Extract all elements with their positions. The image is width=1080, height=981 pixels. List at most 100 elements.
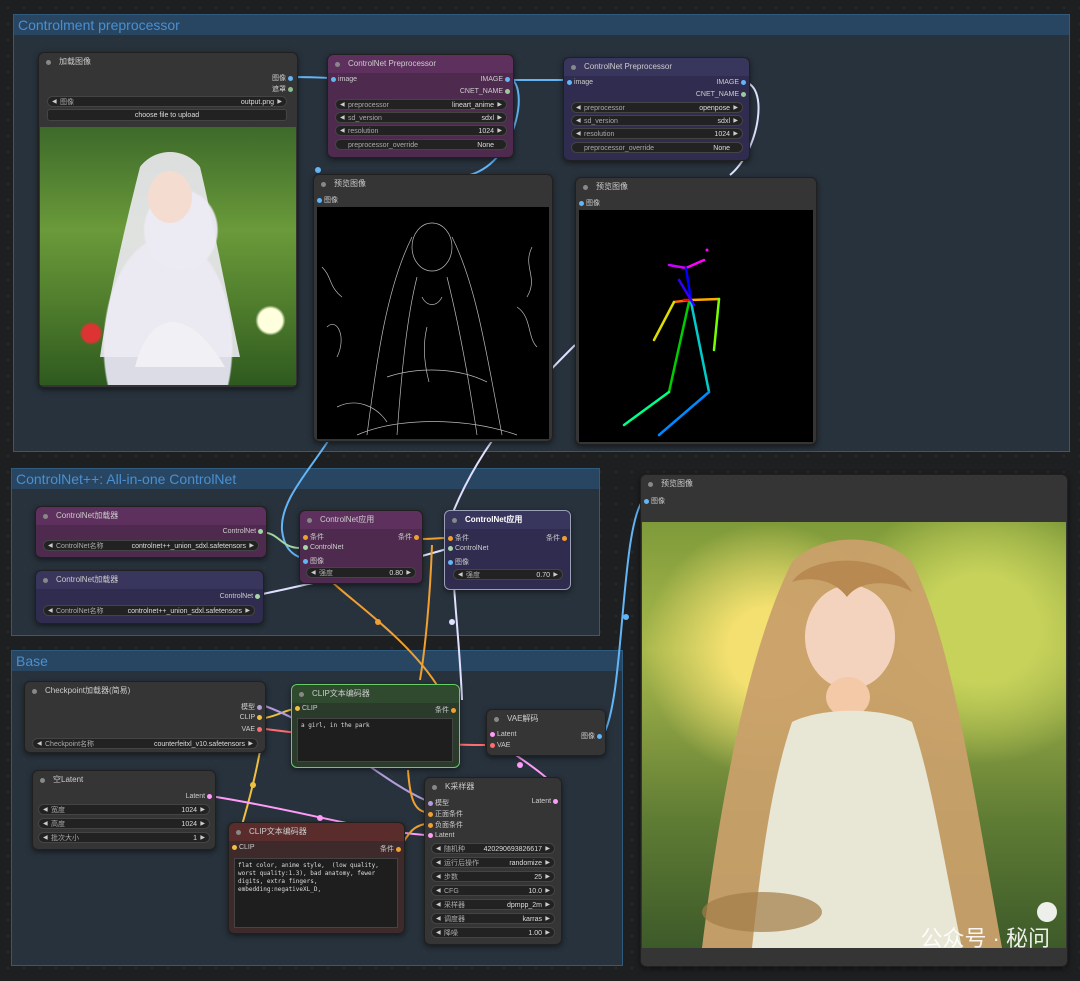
output-image[interactable]: 图像 bbox=[272, 73, 293, 83]
checkpoint-loader-node[interactable]: Checkpoint加载器(简易) 模型 CLIP VAE ◀ Checkpoin… bbox=[24, 681, 266, 753]
negative-prompt-textarea[interactable]: flat color, anime style, (low quality, w… bbox=[234, 858, 398, 928]
height-input[interactable]: ◀ 高度 1024 ▶ bbox=[38, 818, 210, 829]
input-clip[interactable]: CLIP bbox=[232, 844, 255, 851]
group-title: ControlNet++: All-in-one ControlNet bbox=[12, 469, 599, 489]
sampler-select[interactable]: ◀ 采样器 dpmpp_2m ▶ bbox=[431, 899, 555, 910]
resolution-input[interactable]: ◀ resolution 1024 ▶ bbox=[335, 125, 507, 136]
input-image[interactable]: 图像 bbox=[317, 195, 338, 205]
input-image[interactable]: 图像 bbox=[448, 557, 469, 567]
load-image-node[interactable]: 加载图像 图像 遮罩 ◀ 图像 output.png ▶ choose file… bbox=[38, 52, 298, 388]
controlnet-loader-node-2[interactable]: ControlNet加载器 ControlNet ◀ ControlNet名称 co… bbox=[35, 570, 264, 624]
output-controlnet[interactable]: ControlNet bbox=[220, 593, 260, 600]
checkpoint-name-select[interactable]: ◀ Checkpoint名称 counterfeitxl_v10.safetenso… bbox=[32, 738, 258, 749]
node-title: VAE解码 bbox=[487, 710, 605, 728]
input-image[interactable]: 图像 bbox=[644, 496, 665, 506]
arrow-right-icon[interactable]: ▶ bbox=[277, 97, 282, 108]
sd-version-select[interactable]: ◀ sd_version sdxl ▶ bbox=[571, 115, 743, 126]
output-latent[interactable]: Latent bbox=[186, 793, 212, 800]
clip-text-encode-negative[interactable]: CLIP文本编码器 CLIP 条件 flat color, anime styl… bbox=[228, 822, 405, 934]
controlnet-name-select[interactable]: ◀ ControlNet名称 controlnet++_union_sdxl.saf… bbox=[43, 605, 255, 616]
output-conditioning[interactable]: 条件 bbox=[398, 532, 419, 542]
ksampler-node[interactable]: K采样器 模型 正面条件 负面条件 Latent Latent ◀ 随机种 4202… bbox=[424, 777, 562, 945]
cfg-input[interactable]: ◀ CFG 10.0 ▶ bbox=[431, 885, 555, 896]
input-image[interactable]: image bbox=[567, 79, 593, 86]
output-conditioning[interactable]: 条件 bbox=[546, 533, 567, 543]
input-conditioning[interactable]: 条件 bbox=[448, 533, 469, 543]
controlnet-preprocessor-node-2[interactable]: ControlNet Preprocessor image IMAGE CNET… bbox=[563, 57, 750, 161]
clip-text-encode-positive[interactable]: CLIP文本编码器 CLIP 条件 a girl, in the park bbox=[291, 684, 460, 768]
input-controlnet[interactable]: ControlNet bbox=[303, 544, 343, 551]
output-clip[interactable]: CLIP bbox=[240, 714, 262, 721]
controlnet-name-select[interactable]: ◀ ControlNet名称 controlnet++_union_sdxl.saf… bbox=[43, 540, 259, 551]
input-clip[interactable]: CLIP bbox=[295, 705, 318, 712]
steps-input[interactable]: ◀ 步数 25 ▶ bbox=[431, 871, 555, 882]
input-negative[interactable]: 负面条件 bbox=[428, 820, 463, 830]
empty-latent-node[interactable]: 空Latent Latent ◀ 宽度 1024 ▶ ◀ 高度 1024 ▶ ◀ 批次大小 1 ▶ bbox=[32, 770, 216, 850]
strength-slider[interactable]: ◀ 强度 0.70 ▶ bbox=[453, 569, 563, 580]
input-image[interactable]: image bbox=[331, 76, 357, 83]
denoise-input[interactable]: ◀ 降噪 1.00 ▶ bbox=[431, 927, 555, 938]
arrow-left-icon[interactable]: ◀ bbox=[52, 97, 57, 108]
input-model[interactable]: 模型 bbox=[428, 798, 449, 808]
output-controlnet[interactable]: ControlNet bbox=[223, 528, 263, 535]
output-mask[interactable]: 遮罩 bbox=[272, 84, 293, 94]
girl-silhouette-icon bbox=[100, 152, 240, 367]
output-vae[interactable]: VAE bbox=[242, 726, 262, 733]
image-select[interactable]: ◀ 图像 output.png ▶ bbox=[47, 96, 287, 107]
node-title: K采样器 bbox=[425, 778, 561, 796]
input-positive[interactable]: 正面条件 bbox=[428, 809, 463, 819]
input-image[interactable]: 图像 bbox=[303, 556, 324, 566]
input-vae[interactable]: VAE bbox=[490, 742, 510, 749]
resolution-input[interactable]: ◀ resolution 1024 ▶ bbox=[571, 128, 743, 139]
prompt-textarea[interactable]: a girl, in the park bbox=[297, 718, 453, 762]
node-title: ControlNet加载器 bbox=[36, 507, 266, 525]
node-title: ControlNet应用 bbox=[445, 511, 570, 529]
input-latent[interactable]: Latent bbox=[490, 731, 516, 738]
output-image[interactable]: IMAGE bbox=[716, 79, 746, 86]
seed-input[interactable]: ◀ 随机种 420290693826617 ▶ bbox=[431, 843, 555, 854]
openpose-preview-image bbox=[579, 210, 813, 442]
node-title: CLIP文本编码器 bbox=[292, 685, 459, 703]
node-title: 预览图像 bbox=[314, 175, 552, 193]
sd-version-select[interactable]: ◀ sd_version sdxl ▶ bbox=[335, 112, 507, 123]
preview-image-node-2[interactable]: 预览图像 图像 bbox=[575, 177, 817, 445]
group-title: Base bbox=[12, 651, 622, 671]
watermark-text: 公众号 · 秘问 bbox=[920, 926, 1050, 951]
generated-image-preview bbox=[642, 522, 1066, 948]
vae-decode-node[interactable]: VAE解码 Latent VAE 图像 bbox=[486, 709, 606, 756]
override-select[interactable]: preprocessor_override None bbox=[571, 142, 743, 153]
batch-size-input[interactable]: ◀ 批次大小 1 ▶ bbox=[38, 832, 210, 843]
girl-illustration bbox=[702, 539, 1057, 948]
input-conditioning[interactable]: 条件 bbox=[303, 532, 324, 542]
reroute-dot bbox=[623, 614, 629, 620]
upload-button[interactable]: choose file to upload bbox=[47, 109, 287, 121]
controlnet-loader-node-1[interactable]: ControlNet加载器 ControlNet ◀ ControlNet名称 co… bbox=[35, 506, 267, 558]
output-cnet-name[interactable]: CNET_NAME bbox=[460, 88, 510, 95]
output-conditioning[interactable]: 条件 bbox=[380, 844, 401, 854]
scheduler-select[interactable]: ◀ 调度器 karras ▶ bbox=[431, 913, 555, 924]
lineart-preview-image bbox=[317, 207, 549, 439]
preprocessor-select[interactable]: ◀ preprocessor openpose ▶ bbox=[571, 102, 743, 113]
controlnet-preprocessor-node-1[interactable]: ControlNet Preprocessor image IMAGE CNET… bbox=[327, 54, 514, 158]
output-conditioning[interactable]: 条件 bbox=[435, 705, 456, 715]
preview-image-node-1[interactable]: 预览图像 图像 bbox=[313, 174, 553, 442]
preprocessor-select[interactable]: ◀ preprocessor lineart_anime ▶ bbox=[335, 99, 507, 110]
input-image[interactable]: 图像 bbox=[579, 198, 600, 208]
output-image[interactable]: IMAGE bbox=[480, 76, 510, 83]
controlnet-apply-node-2[interactable]: ControlNet应用 条件 ControlNet 图像 条件 ◀ 强度 0.70… bbox=[444, 510, 571, 590]
output-cnet-name[interactable]: CNET_NAME bbox=[696, 91, 746, 98]
input-latent[interactable]: Latent bbox=[428, 832, 454, 839]
strength-slider[interactable]: ◀ 强度 0.80 ▶ bbox=[306, 567, 416, 578]
output-latent[interactable]: Latent bbox=[532, 798, 558, 805]
input-controlnet[interactable]: ControlNet bbox=[448, 545, 488, 552]
group-title: Controlment preprocessor bbox=[14, 15, 1069, 35]
override-select[interactable]: preprocessor_override None bbox=[335, 139, 507, 150]
control-after-generate-select[interactable]: ◀ 运行后操作 randomize ▶ bbox=[431, 857, 555, 868]
controlnet-apply-node-1[interactable]: ControlNet应用 条件 ControlNet 图像 条件 ◀ 强度 0.80… bbox=[299, 510, 423, 584]
output-image[interactable]: 图像 bbox=[581, 731, 602, 741]
output-model[interactable]: 模型 bbox=[241, 702, 262, 712]
preview-image-node-final[interactable]: 预览图像 图像 bbox=[640, 474, 1068, 967]
width-input[interactable]: ◀ 宽度 1024 ▶ bbox=[38, 804, 210, 815]
loaded-image-preview bbox=[40, 127, 296, 385]
lineart-drawing bbox=[321, 222, 538, 436]
